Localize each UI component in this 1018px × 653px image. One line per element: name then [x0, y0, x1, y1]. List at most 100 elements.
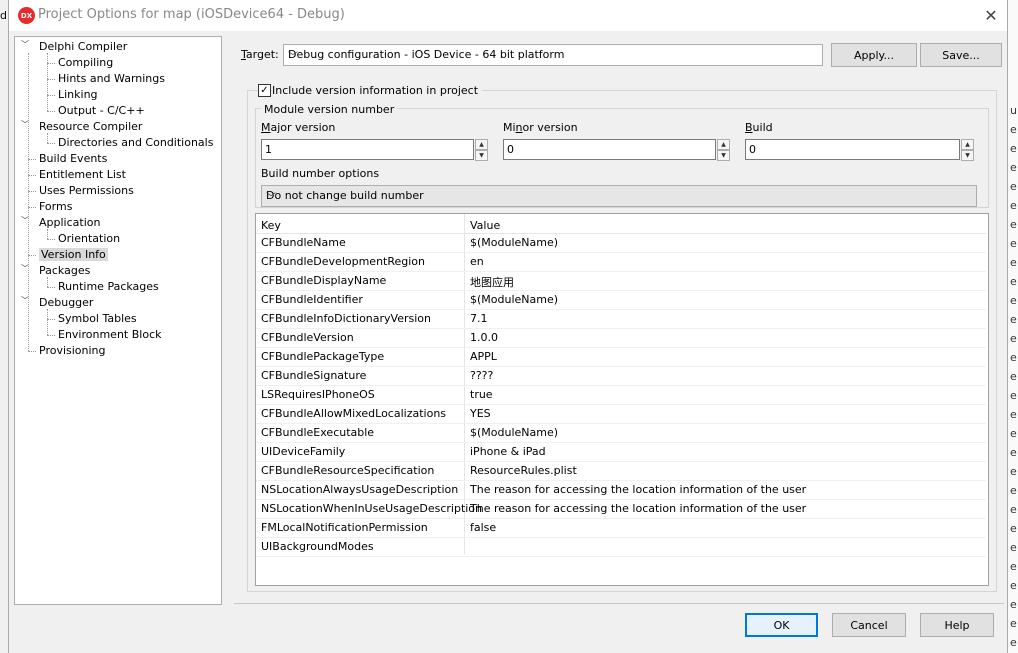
value-cell[interactable]: APPL — [470, 350, 497, 363]
background-text: e — [1010, 142, 1017, 155]
tree-connector — [47, 63, 55, 64]
title-bar[interactable]: DX Project Options for map (iOSDevice64 … — [9, 0, 1007, 31]
tree-item-linking[interactable]: Linking — [58, 87, 98, 103]
major-version-spinner[interactable]: ▲ ▼ — [475, 139, 488, 161]
value-cell[interactable]: The reason for accessing the location in… — [470, 483, 806, 496]
value-cell[interactable]: iPhone & iPad — [470, 445, 546, 458]
target-select[interactable]: Debug configuration - iOS Device - 64 bi… — [283, 44, 823, 66]
minor-version-input[interactable]: 0 — [503, 139, 716, 160]
tree-connector — [47, 79, 55, 80]
ok-button[interactable]: OK — [745, 613, 818, 637]
table-row[interactable]: CFBundleSignature???? — [256, 366, 986, 386]
tree-connector — [47, 335, 55, 336]
build-number-options-select[interactable]: Do not change build number ﹀ — [261, 185, 977, 207]
value-cell[interactable]: false — [470, 521, 496, 534]
key-cell: CFBundleName — [261, 236, 346, 249]
build-number-options-label: Build number options — [261, 167, 380, 180]
tree-guide — [47, 277, 48, 287]
table-row[interactable]: CFBundleExecutable $(ModuleName) — [256, 423, 986, 443]
tree-connector — [28, 175, 36, 176]
table-row[interactable]: FMLocalNotificationPermission false — [256, 518, 986, 538]
tree-item-forms[interactable]: Forms — [39, 199, 72, 215]
tree-item-label: Orientation — [58, 232, 121, 245]
tree-item-delphi-compiler[interactable]: Delphi Compiler — [39, 39, 127, 55]
tree-item-directories-and-conditionals[interactable]: Directories and Conditionals — [58, 135, 213, 151]
tree-item-label: Hints and Warnings — [58, 72, 165, 85]
grid-header-row: Key Value — [256, 214, 986, 234]
close-icon: ✕ — [984, 5, 998, 25]
tree-item-output-c-c[interactable]: Output - C/C++ — [58, 103, 145, 119]
options-tree[interactable]: Delphi Compiler ﹀ Compiling Hints and Warni… — [14, 36, 222, 605]
build-input[interactable]: 0 — [745, 139, 960, 160]
table-row[interactable]: CFBundleIdentifier $(ModuleName) — [256, 290, 986, 310]
apply-button[interactable]: Apply... — [831, 43, 917, 67]
table-row[interactable]: NSLocationAlwaysUsageDescription The reas… — [256, 480, 986, 500]
tree-item-runtime-packages[interactable]: Runtime Packages — [58, 279, 159, 295]
value-cell[interactable]: 1.0.0 — [470, 331, 498, 344]
tree-item-compiling[interactable]: Compiling — [58, 55, 113, 71]
table-row[interactable]: CFBundleResourceSpecification ResourceRul… — [256, 461, 986, 481]
tree-item-version-info[interactable]: Version Info — [39, 247, 108, 263]
table-row[interactable]: CFBundleDevelopmentRegion en — [256, 252, 986, 272]
include-version-checkbox[interactable]: ✓ — [258, 84, 271, 97]
tree-item-label: Debugger — [39, 296, 94, 309]
table-row[interactable]: CFBundleAllowMixedLocalizations YES — [256, 404, 986, 424]
tree-item-provisioning[interactable]: Provisioning — [39, 343, 106, 359]
value-cell[interactable]: en — [470, 255, 484, 268]
project-options-dialog: DX Project Options for map (iOSDevice64 … — [8, 0, 1008, 653]
minor-version-spinner[interactable]: ▲ ▼ — [717, 139, 730, 161]
background-text: e — [1010, 408, 1017, 421]
background-text: e — [1010, 351, 1017, 364]
build-spinner[interactable]: ▲ ▼ — [961, 139, 974, 161]
table-row[interactable]: CFBundleVersion 1.0.0 — [256, 328, 986, 348]
tree-item-label: Version Info — [39, 248, 108, 261]
tree-item-application[interactable]: Application — [39, 215, 100, 231]
tree-item-resource-compiler[interactable]: Resource Compiler — [39, 119, 142, 135]
tree-item-build-events[interactable]: Build Events — [39, 151, 107, 167]
value-cell[interactable]: ???? — [470, 369, 493, 382]
value-cell[interactable]: YES — [470, 407, 491, 420]
tree-item-label: Compiling — [58, 56, 114, 69]
value-column-header[interactable]: Value — [470, 219, 500, 232]
key-cell: CFBundleVersion — [261, 331, 354, 344]
tree-item-uses-permissions[interactable]: Uses Permissions — [39, 183, 134, 199]
save-button[interactable]: Save... — [920, 43, 1002, 67]
value-cell[interactable]: ResourceRules.plist — [470, 464, 577, 477]
key-cell: UIBackgroundModes — [261, 540, 374, 553]
background-text: e — [1010, 427, 1017, 440]
version-keys-grid[interactable]: Key Value CFBundleName $(ModuleName) CFBun… — [255, 213, 989, 586]
chevron-down-icon: ﹀ — [288, 52, 298, 63]
background-text: e — [1010, 503, 1017, 516]
background-text: e — [1010, 484, 1017, 497]
background-text: e — [1010, 237, 1017, 250]
value-cell[interactable]: $(ModuleName) — [470, 426, 558, 439]
table-row[interactable]: NSLocationWhenInUseUsageDescription The r… — [256, 499, 986, 519]
table-row[interactable]: CFBundleName $(ModuleName) — [256, 233, 986, 253]
background-text: e — [1010, 275, 1017, 288]
table-row[interactable]: UIBackgroundModes — [256, 537, 986, 557]
tree-item-label: Packages — [39, 264, 91, 277]
cancel-button[interactable]: Cancel — [832, 613, 906, 637]
help-button[interactable]: Help — [920, 613, 994, 637]
major-version-input[interactable]: 1 — [261, 139, 474, 160]
tree-item-hints-and-warnings[interactable]: Hints and Warnings — [58, 71, 165, 87]
tree-item-environment-block[interactable]: Environment Block — [58, 327, 162, 343]
tree-item-label: Symbol Tables — [58, 312, 137, 325]
tree-item-orientation[interactable]: Orientation — [58, 231, 120, 247]
table-row[interactable]: LSRequiresIPhoneOS true — [256, 385, 986, 405]
value-cell[interactable]: $(ModuleName) — [470, 236, 558, 249]
tree-item-symbol-tables[interactable]: Symbol Tables — [58, 311, 137, 327]
tree-item-label: Runtime Packages — [58, 280, 159, 293]
tree-item-entitlement-list[interactable]: Entitlement List — [39, 167, 126, 183]
value-cell[interactable]: true — [470, 388, 493, 401]
value-cell[interactable]: $(ModuleName) — [470, 293, 558, 306]
value-cell[interactable]: 地图应用 — [470, 274, 514, 290]
table-row[interactable]: UIDeviceFamily iPhone & iPad — [256, 442, 986, 462]
value-cell[interactable]: 7.1 — [470, 312, 488, 325]
table-row[interactable]: CFBundlePackageType APPL — [256, 347, 986, 367]
key-column-header[interactable]: Key — [261, 219, 281, 232]
table-row[interactable]: CFBundleDisplayName 地图应用 — [256, 271, 986, 291]
table-row[interactable]: CFBundleInfoDictionaryVersion 7.1 — [256, 309, 986, 329]
value-cell[interactable]: The reason for accessing the location in… — [470, 502, 806, 515]
close-button[interactable]: ✕ — [977, 2, 1005, 28]
